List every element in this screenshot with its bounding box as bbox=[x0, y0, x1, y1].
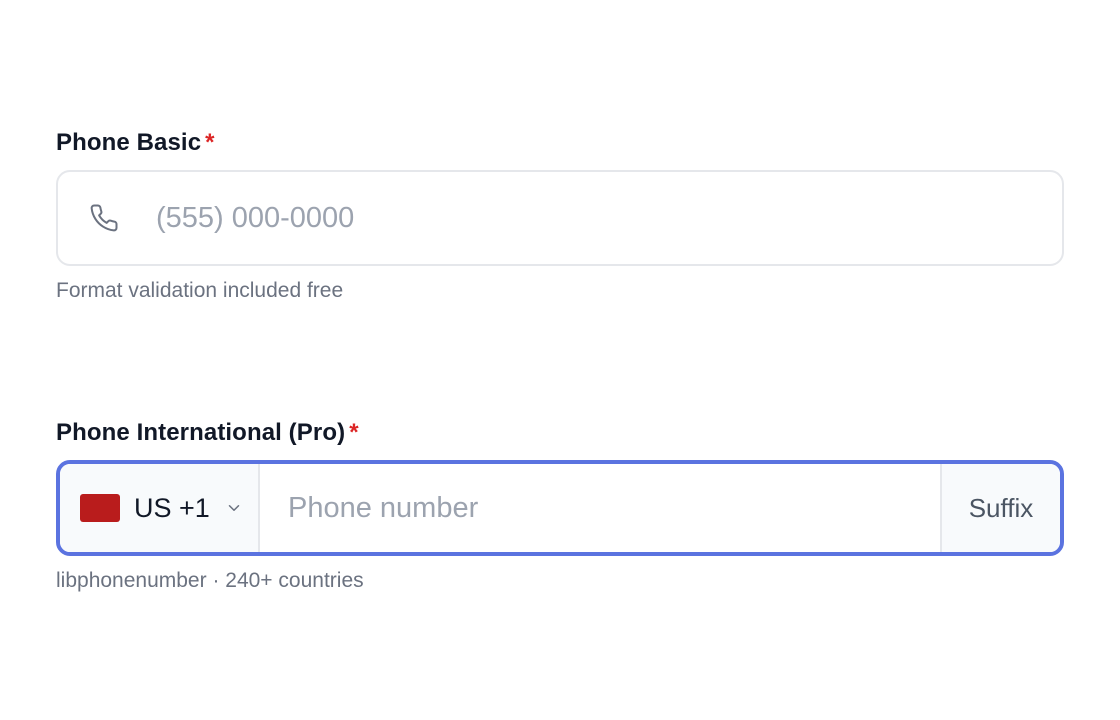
country-code-label: US +1 bbox=[134, 492, 210, 523]
chevron-down-icon bbox=[224, 498, 244, 518]
us-flag-icon bbox=[80, 494, 120, 522]
phone-icon bbox=[88, 202, 120, 234]
phone-number-input[interactable] bbox=[260, 464, 940, 552]
phone-international-field: Phone International (Pro)* US +1 Suffix … bbox=[56, 416, 1064, 594]
phone-international-input-wrapper[interactable]: US +1 Suffix bbox=[56, 460, 1064, 556]
phone-basic-input[interactable] bbox=[156, 188, 1062, 248]
phone-basic-input-wrapper[interactable] bbox=[56, 170, 1064, 266]
phone-basic-help-text: Format validation included free bbox=[56, 279, 344, 302]
required-marker: * bbox=[205, 129, 215, 156]
required-marker: * bbox=[349, 419, 359, 446]
country-code-select[interactable]: US +1 bbox=[60, 464, 260, 552]
phone-basic-label-text: Phone Basic bbox=[56, 129, 202, 156]
phone-international-help-text: libphonenumber · 240+ countries bbox=[56, 569, 364, 592]
phone-basic-label: Phone Basic * bbox=[56, 126, 1064, 160]
phone-international-label-text: Phone International (Pro) bbox=[56, 419, 346, 446]
phone-basic-field: Phone Basic* Format validation included … bbox=[56, 126, 1064, 304]
phone-suffix-addon: Suffix bbox=[940, 464, 1060, 552]
phone-international-label: Phone International (Pro) * bbox=[56, 416, 1064, 450]
